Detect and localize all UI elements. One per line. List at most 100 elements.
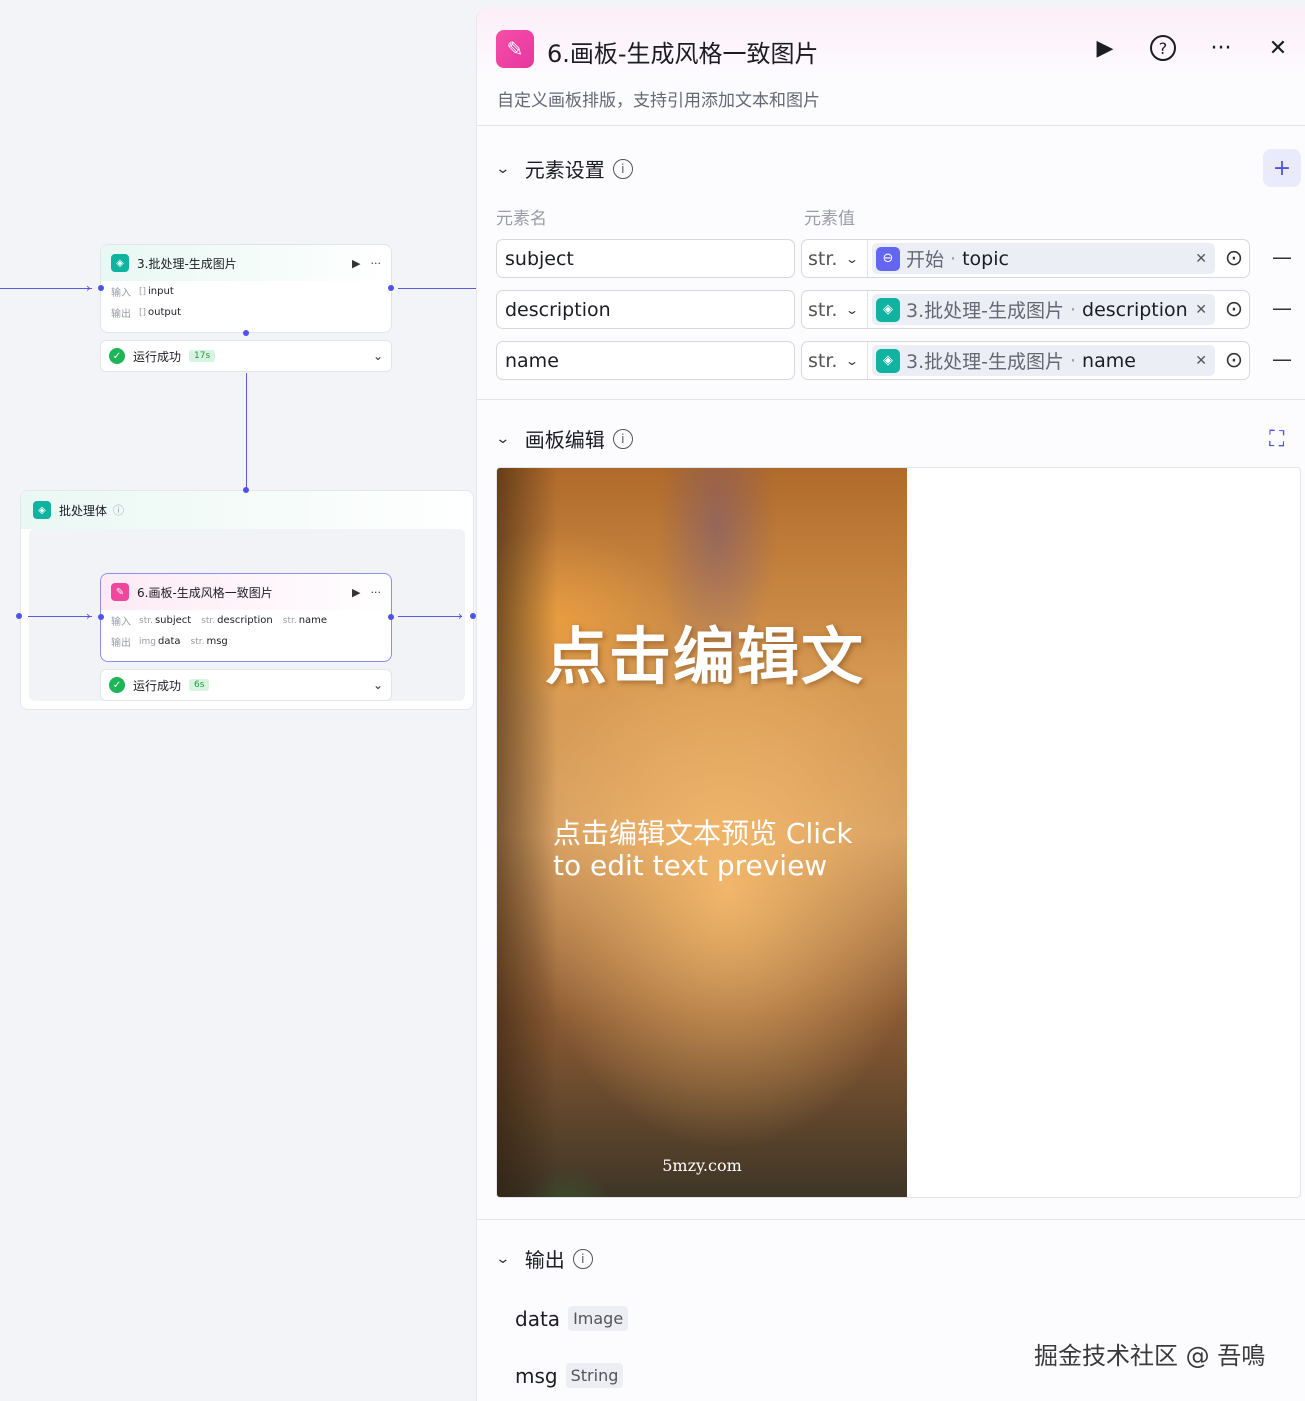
- element-name-input[interactable]: description: [496, 290, 795, 329]
- expand-icon[interactable]: ⛶: [1269, 427, 1284, 452]
- type-select[interactable]: str. ⌄: [802, 291, 868, 328]
- start-node-icon: ⊖: [876, 246, 900, 271]
- check-icon: ✓: [109, 348, 125, 364]
- layers-icon: ◈: [111, 254, 129, 272]
- node3-status[interactable]: ✓ 运行成功 17s ⌄: [100, 340, 392, 372]
- output-section-header[interactable]: ⌄ 输出 i: [495, 1244, 593, 1273]
- reference-chip[interactable]: ◈ 3.批处理-生成图片 · description ✕: [872, 294, 1215, 325]
- more-icon[interactable]: ···: [371, 586, 382, 599]
- port-out[interactable]: [388, 614, 394, 620]
- type-label: str.: [808, 247, 838, 270]
- element-name-input[interactable]: subject: [496, 239, 795, 278]
- variable-picker-icon[interactable]: ⊙: [1219, 348, 1249, 373]
- board-section-header[interactable]: ⌄ 画板编辑 i: [495, 424, 633, 453]
- remove-element-button[interactable]: —: [1272, 245, 1292, 269]
- poster-image[interactable]: 点击编辑文 点击编辑文本预览 Click to edit text previe…: [497, 468, 907, 1197]
- poster-body-text[interactable]: 点击编辑文本预览 Click to edit text preview: [553, 818, 863, 882]
- layers-icon: ◈: [876, 297, 900, 322]
- port-in[interactable]: [98, 614, 104, 620]
- clear-icon[interactable]: ✕: [1195, 251, 1207, 267]
- reference-chip[interactable]: ◈ 3.批处理-生成图片 · name ✕: [872, 345, 1215, 376]
- ref-node-name: 3.批处理-生成图片: [906, 351, 1064, 373]
- clear-icon[interactable]: ✕: [1195, 353, 1207, 369]
- node-batch-generate-image[interactable]: ◈ 3.批处理-生成图片 ▶ ··· 输入 [] input 输出 [] out…: [100, 244, 392, 333]
- chevron-down-icon[interactable]: ⌄: [495, 1251, 510, 1267]
- poster-watermark: 5mzy.com: [662, 1156, 742, 1175]
- chevron-down-icon[interactable]: ⌄: [373, 678, 383, 692]
- node-title: 6.画板-生成风格一致图片: [137, 585, 273, 600]
- time-badge: 17s: [189, 350, 216, 362]
- chevron-down-icon[interactable]: ⌄: [495, 431, 510, 447]
- board-canvas[interactable]: 点击编辑文 点击编辑文本预览 Click to edit text previe…: [496, 467, 1301, 1198]
- more-icon[interactable]: ···: [1205, 32, 1237, 64]
- layers-icon: ◈: [33, 501, 51, 519]
- ref-node-name: 开始: [906, 249, 945, 271]
- node-canvas-image[interactable]: ✎ 6.画板-生成风格一致图片 ▶ ··· 输入 str. subject st…: [100, 573, 392, 662]
- elements-section-header[interactable]: ⌄ 元素设置 i: [495, 154, 633, 183]
- add-element-button[interactable]: +: [1263, 149, 1301, 187]
- element-name-input[interactable]: name: [496, 341, 795, 380]
- node-output-row: 输出 [] output: [101, 302, 391, 323]
- ref-separator: ·: [1069, 349, 1077, 372]
- canvas-edit-icon: ✎: [111, 583, 129, 601]
- variable-picker-icon[interactable]: ⊙: [1219, 246, 1249, 271]
- element-value-field[interactable]: str. ⌄ ⊖ 开始 · topic ✕ ⊙: [801, 239, 1250, 278]
- type-label: str.: [808, 349, 838, 372]
- type-select[interactable]: str. ⌄: [802, 240, 868, 277]
- section-divider: [477, 1219, 1305, 1220]
- output-type-badge: Image: [568, 1306, 629, 1331]
- output-type-badge: String: [565, 1363, 624, 1388]
- column-header-value: 元素值: [804, 209, 855, 229]
- input-label: 输入: [111, 617, 131, 628]
- reference-chip[interactable]: ⊖ 开始 · topic ✕: [872, 243, 1215, 274]
- site-watermark: 掘金技术社区 @ 吾鳴: [1034, 1342, 1266, 1370]
- panel-header: ✎ 6.画板-生成风格一致图片 ▶ ? ··· ✕ 自定义画板排版，支持引用添加…: [477, 8, 1305, 126]
- batch-port-top[interactable]: [243, 487, 249, 493]
- clear-icon[interactable]: ✕: [1195, 302, 1207, 318]
- status-text: 运行成功: [133, 349, 182, 364]
- input-label: 输入: [111, 288, 131, 299]
- chevron-down-icon[interactable]: ⌄: [495, 161, 510, 177]
- panel-description: 自定义画板排版，支持引用添加文本和图片: [497, 91, 820, 111]
- info-icon: ⓘ: [113, 504, 125, 517]
- edge-out-node6: [398, 616, 462, 617]
- workflow-canvas[interactable]: › ◈ 3.批处理-生成图片 ▶ ··· 输入 [] input 输出 [] o…: [0, 0, 476, 1401]
- edge-arrow-icon: ›: [86, 281, 91, 295]
- close-icon[interactable]: ✕: [1262, 32, 1294, 64]
- variable-picker-icon[interactable]: ⊙: [1219, 297, 1249, 322]
- ref-field-name: topic: [962, 247, 1009, 270]
- more-icon[interactable]: ···: [371, 257, 382, 270]
- output-type-tag: []: [139, 307, 147, 318]
- remove-element-button[interactable]: —: [1272, 347, 1292, 371]
- remove-element-button[interactable]: —: [1272, 296, 1292, 320]
- output-name: msg: [515, 1363, 558, 1388]
- input-value: description: [217, 615, 273, 626]
- run-icon[interactable]: ▶: [352, 586, 360, 599]
- chevron-down-icon: ⌄: [845, 353, 860, 368]
- info-icon: i: [612, 428, 633, 449]
- node6-status[interactable]: ✓ 运行成功 6s ⌄: [100, 669, 392, 701]
- run-icon[interactable]: ▶: [352, 257, 360, 270]
- port-out[interactable]: [388, 285, 394, 291]
- poster-title-text[interactable]: 点击编辑文: [545, 606, 865, 696]
- help-icon[interactable]: ?: [1147, 32, 1179, 64]
- output-item: data Image: [515, 1306, 629, 1331]
- element-value-field[interactable]: str. ⌄ ◈ 3.批处理-生成图片 · name ✕ ⊙: [801, 341, 1250, 380]
- port-batch[interactable]: [243, 330, 249, 336]
- port-in[interactable]: [98, 285, 104, 291]
- input-type-tag: str.: [282, 615, 297, 626]
- output-item: msg String: [515, 1363, 624, 1388]
- edge-node3-to-batch: [246, 373, 247, 488]
- input-value: subject: [154, 615, 192, 626]
- output-label: 输出: [111, 638, 131, 649]
- edge-out-node3: [398, 288, 476, 289]
- element-value-field[interactable]: str. ⌄ ◈ 3.批处理-生成图片 · description ✕ ⊙: [801, 290, 1250, 329]
- chevron-down-icon[interactable]: ⌄: [373, 349, 383, 363]
- batch-port-left[interactable]: [16, 613, 22, 619]
- type-select[interactable]: str. ⌄: [802, 342, 868, 379]
- run-icon[interactable]: ▶: [1089, 32, 1121, 64]
- panel-title[interactable]: 6.画板-生成风格一致图片: [547, 34, 819, 69]
- edge-arrow-icon: ›: [86, 609, 91, 623]
- ref-field-name: name: [1082, 349, 1136, 372]
- time-badge: 6s: [189, 679, 210, 691]
